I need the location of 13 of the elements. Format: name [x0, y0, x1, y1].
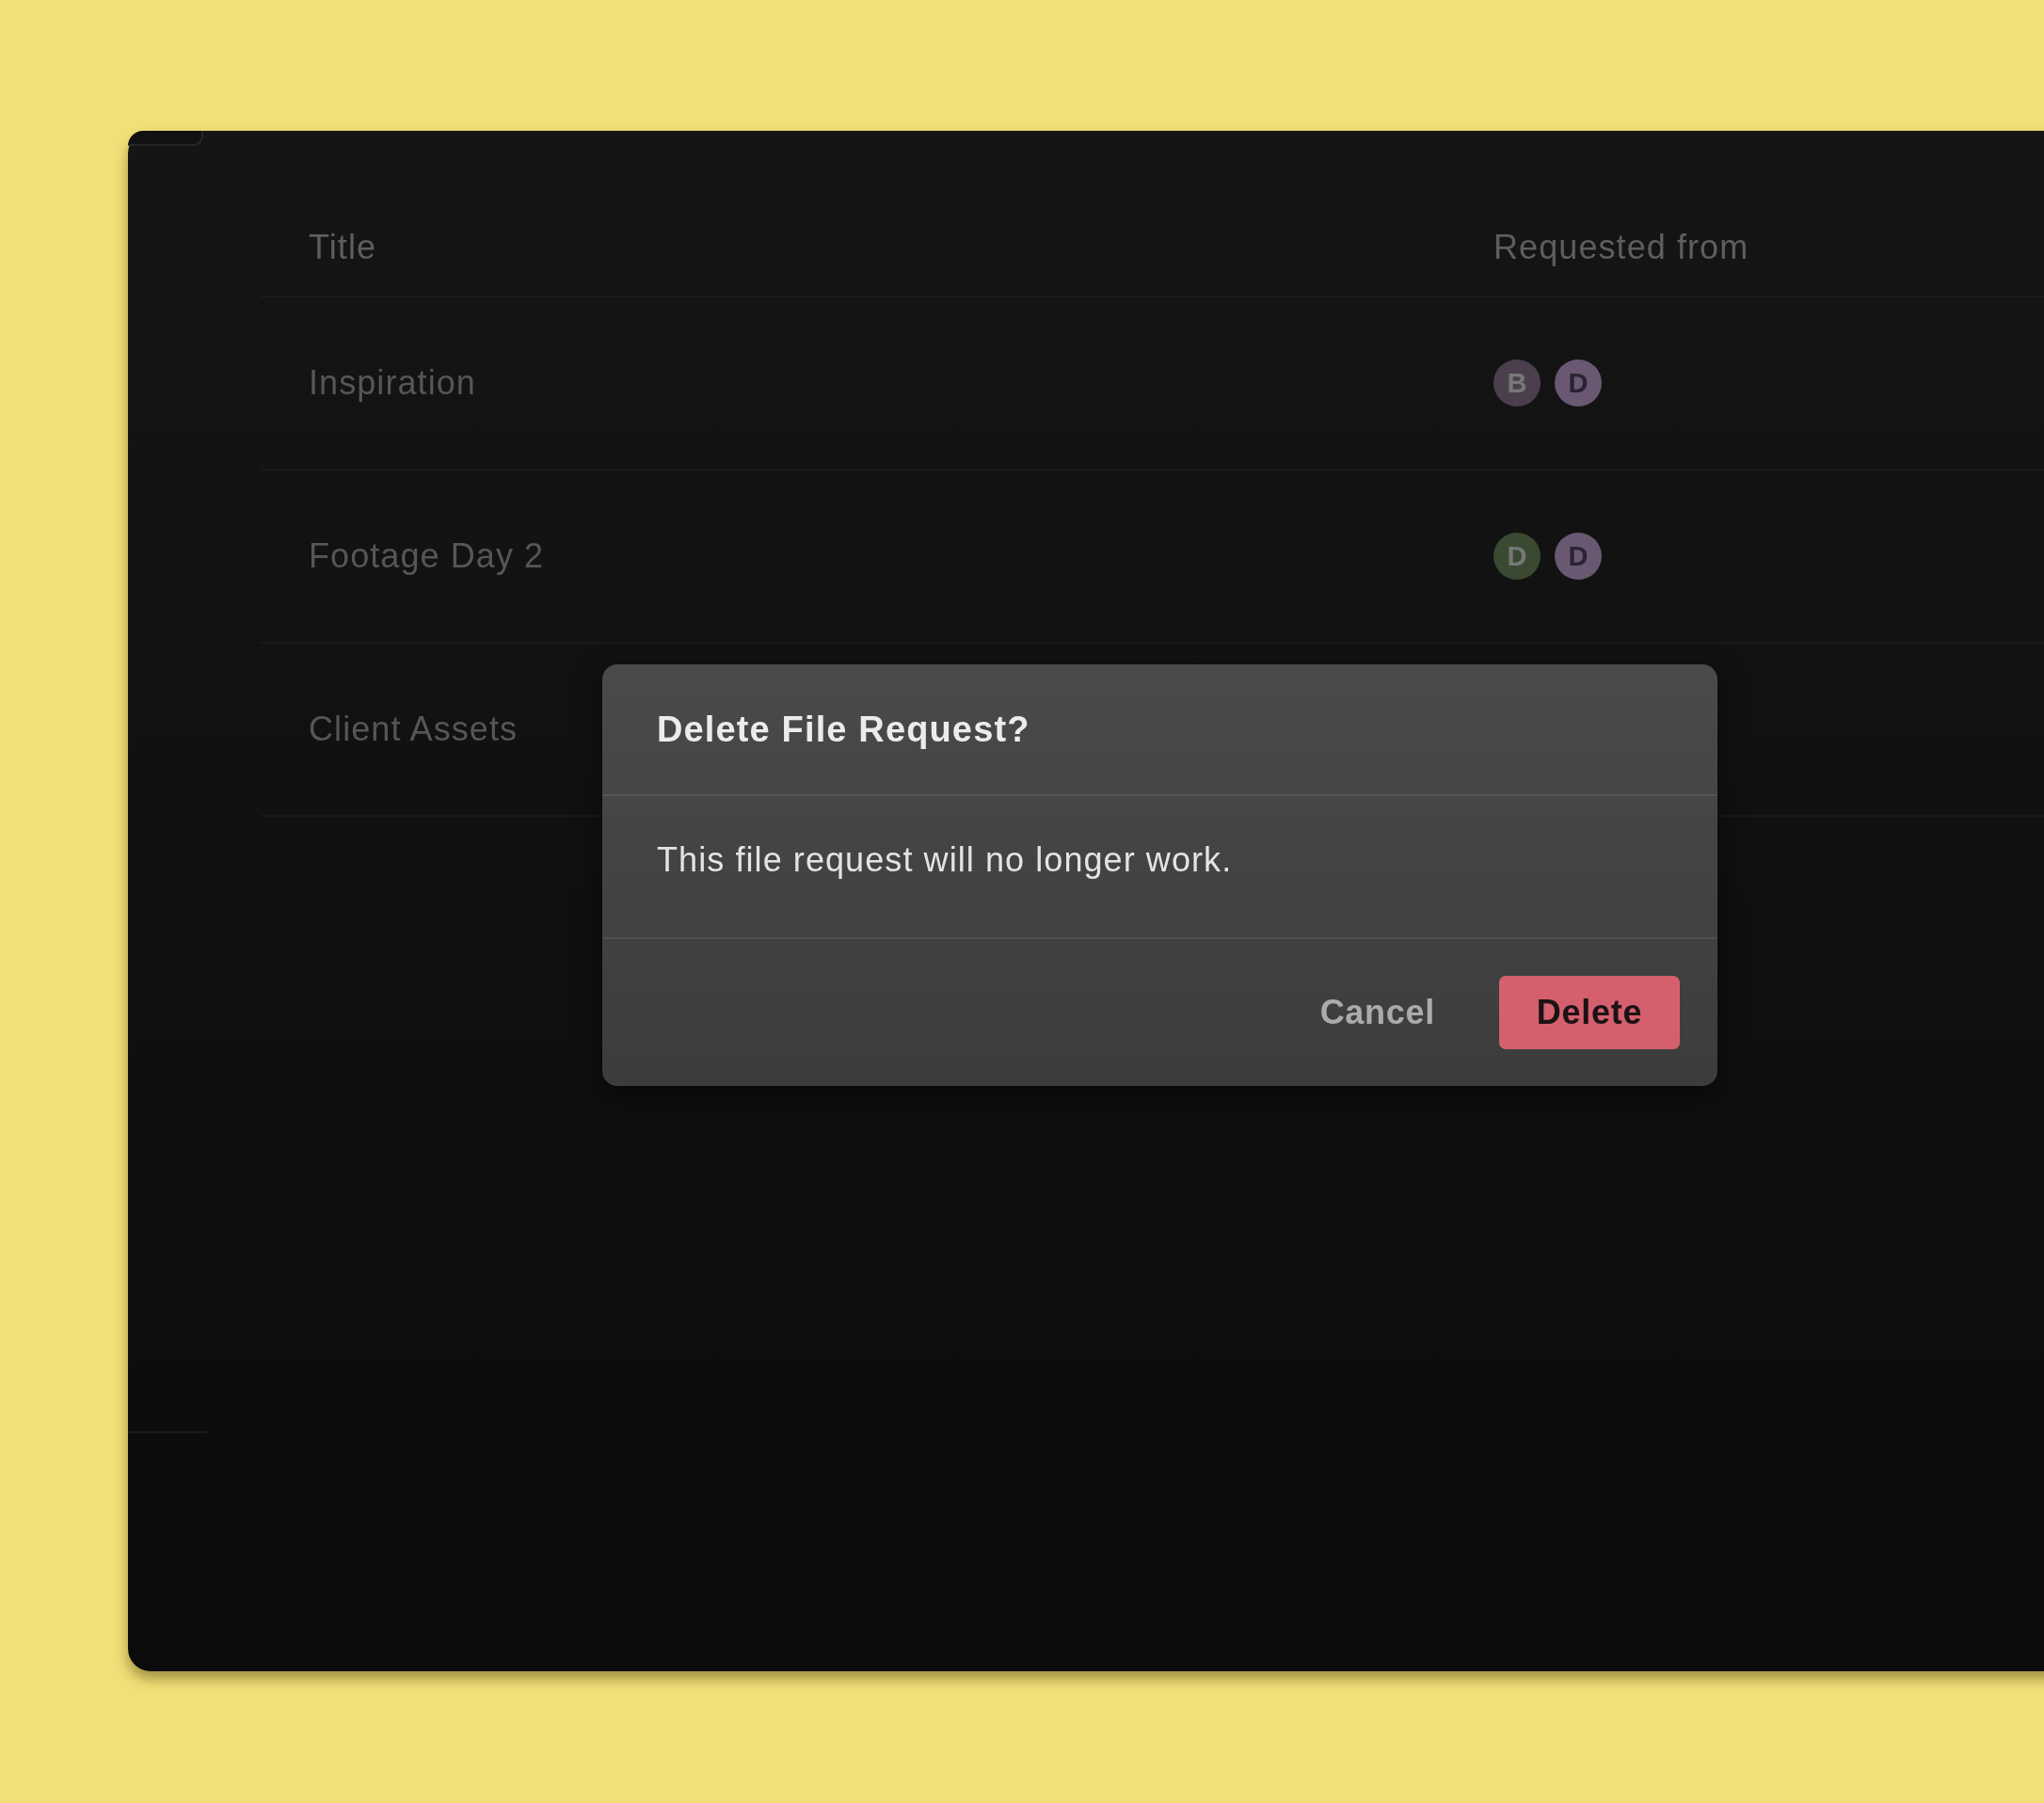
table-cell: Inspiration: [309, 363, 476, 402]
avatar: B: [1493, 359, 1541, 407]
table-cell: Footage Day 2: [309, 536, 545, 575]
dialog-message: This file request will no longer work.: [657, 839, 1233, 881]
avatar: D: [1555, 533, 1602, 580]
dialog-title: Delete File Request?: [657, 708, 1030, 751]
delete-button[interactable]: Delete: [1499, 976, 1680, 1049]
avatar: D: [1493, 533, 1541, 580]
cancel-button[interactable]: Cancel: [1297, 976, 1458, 1049]
column-header: Title: [309, 228, 378, 267]
table-cell: Client Assets: [309, 710, 519, 748]
avatar: D: [1555, 359, 1602, 407]
column-header: Requested from: [1493, 228, 1749, 267]
